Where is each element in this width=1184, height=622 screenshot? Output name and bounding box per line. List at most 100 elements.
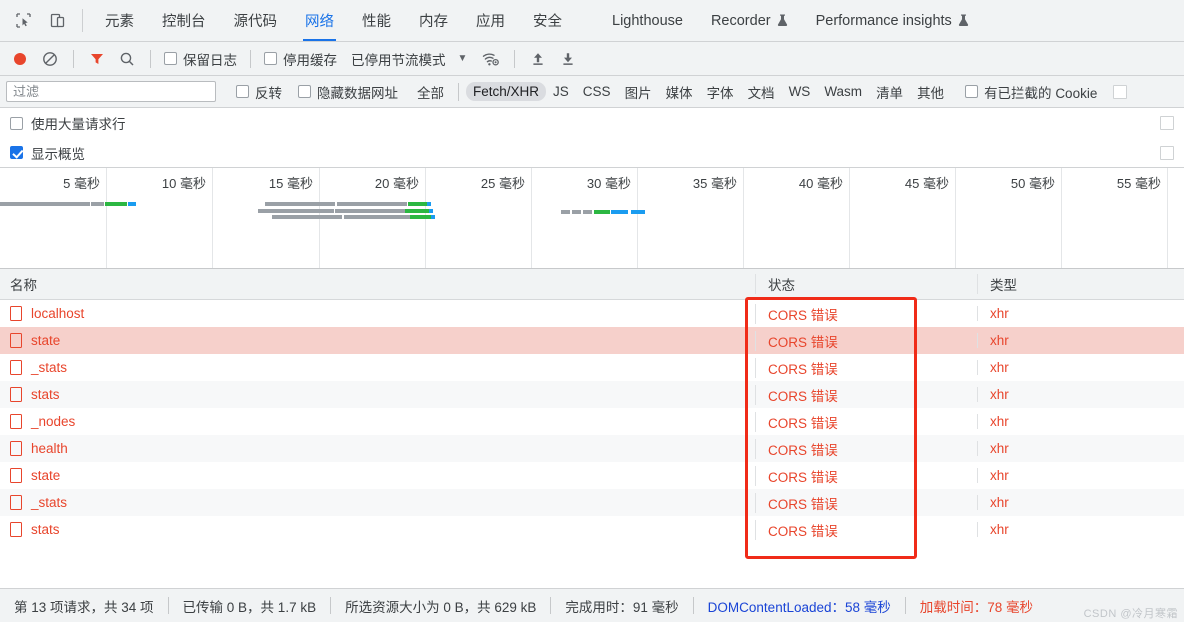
overview-tick-line <box>1061 168 1062 268</box>
cell-type: xhr <box>977 387 1184 402</box>
tab-label: 安全 <box>533 14 562 30</box>
tab-elements[interactable]: 元素 <box>91 0 148 41</box>
record-button[interactable] <box>6 46 34 72</box>
filter-type-css[interactable]: CSS <box>576 82 618 101</box>
overview-request-bar <box>265 202 335 206</box>
import-har-icon[interactable] <box>524 46 552 72</box>
tab-label: 内存 <box>419 14 448 30</box>
table-row[interactable]: _stats CORS 错误 xhr <box>0 489 1184 516</box>
document-icon <box>10 333 22 348</box>
chevron-down-icon[interactable]: ▼ <box>458 53 468 64</box>
filter-type-other[interactable]: 其他 <box>910 80 951 104</box>
clear-button[interactable] <box>36 46 64 72</box>
toolbar-divider <box>250 49 251 68</box>
status-divider <box>692 597 694 614</box>
tab-performance[interactable]: 性能 <box>348 0 405 41</box>
filter-type-fetch-xhr[interactable]: Fetch/XHR <box>466 82 547 101</box>
filter-input[interactable] <box>6 81 216 102</box>
table-header-row: 名称 状态 类型 <box>0 269 1184 300</box>
column-header-name[interactable]: 名称 <box>0 274 755 294</box>
blocked-cookies-checkbox[interactable]: 有已拦截的 Cookie <box>961 82 1101 102</box>
filter-type-font[interactable]: 字体 <box>700 80 741 104</box>
tab-recorder[interactable]: Recorder <box>697 0 802 41</box>
filter-type-manifest[interactable]: 清单 <box>869 80 910 104</box>
tab-network[interactable]: 网络 <box>291 0 348 41</box>
request-name: localhost <box>31 306 85 321</box>
filter-icon[interactable] <box>83 46 111 72</box>
devtools-window: 元素 控制台 源代码 网络 性能 内存 应用 安全 Lighthouse Rec… <box>0 0 1184 622</box>
transferred-size: 已传输 0 B，共 1.7 kB <box>182 599 317 615</box>
network-status-bar: 第 13 项请求，共 34 项 已传输 0 B，共 1.7 kB 所选资源大小为… <box>0 588 1184 622</box>
table-body: localhost CORS 错误 xhr state CORS 错误 xhr _stats… <box>0 300 1184 543</box>
network-overview[interactable]: 5 毫秒 10 毫秒 15 毫秒 20 毫秒 25 毫秒 30 毫秒 35 毫秒 40 毫秒 4… <box>0 168 1184 269</box>
device-toolbar-icon[interactable] <box>40 0 74 41</box>
column-header-status[interactable]: 状态 <box>755 274 977 294</box>
network-conditions-icon[interactable] <box>477 46 505 72</box>
cell-status: CORS 错误 <box>755 519 977 540</box>
overview-tick-line <box>212 168 213 268</box>
filter-type-media[interactable]: 媒体 <box>659 80 700 104</box>
overview-request-bar <box>128 202 136 206</box>
export-har-icon[interactable] <box>554 46 582 72</box>
table-row[interactable]: stats CORS 错误 xhr <box>0 516 1184 543</box>
preserve-log-label: 保留日志 <box>183 52 237 68</box>
cell-status: CORS 错误 <box>755 492 977 513</box>
filter-type-doc[interactable]: 文档 <box>741 80 782 104</box>
filter-type-wasm[interactable]: Wasm <box>817 82 869 101</box>
filter-type-ws[interactable]: WS <box>782 82 818 101</box>
show-overview-checkbox[interactable]: 显示概览 <box>10 143 85 163</box>
hide-data-urls-checkbox[interactable]: 隐藏数据网址 <box>294 82 402 102</box>
filter-type-js[interactable]: JS <box>546 82 576 101</box>
document-icon <box>10 360 22 375</box>
tab-console[interactable]: 控制台 <box>148 0 220 41</box>
big-request-rows-row: 使用大量请求行 <box>0 108 1184 138</box>
throttling-label[interactable]: 已停用节流模式 <box>351 49 446 69</box>
tab-performance-insights[interactable]: Performance insights <box>802 0 983 41</box>
disable-cache-checkbox[interactable]: 停用缓存 <box>260 49 341 69</box>
overview-request-bar <box>105 202 127 206</box>
invert-checkbox[interactable]: 反转 <box>232 82 286 102</box>
column-header-type[interactable]: 类型 <box>977 274 1184 294</box>
table-row[interactable]: _nodes CORS 错误 xhr <box>0 408 1184 435</box>
overview-tick-line <box>1167 168 1168 268</box>
big-request-rows-checkbox[interactable]: 使用大量请求行 <box>10 113 126 133</box>
inspect-element-icon[interactable] <box>6 0 40 41</box>
table-row[interactable]: health CORS 错误 xhr <box>0 435 1184 462</box>
overview-request-bar <box>427 202 431 206</box>
overview-tick-line <box>743 168 744 268</box>
tab-application[interactable]: 应用 <box>462 0 519 41</box>
preserve-log-checkbox[interactable]: 保留日志 <box>160 49 241 69</box>
tab-label: 应用 <box>476 14 505 30</box>
cell-status: CORS 错误 <box>755 357 977 378</box>
table-row[interactable]: _stats CORS 错误 xhr <box>0 354 1184 381</box>
tab-security[interactable]: 安全 <box>519 0 576 41</box>
settings-overflow-box[interactable] <box>1160 145 1174 160</box>
overview-request-bar <box>611 210 628 214</box>
status-divider <box>167 597 169 614</box>
tab-memory[interactable]: 内存 <box>405 0 462 41</box>
cell-name: localhost <box>0 306 755 321</box>
cell-name: health <box>0 441 755 456</box>
document-icon <box>10 495 22 510</box>
filter-bar: 反转 隐藏数据网址 全部 Fetch/XHR JS CSS 图片 媒体 字体 文… <box>0 76 1184 108</box>
overview-tick-label: 50 毫秒 <box>1010 176 1055 191</box>
overview-tick-line <box>637 168 638 268</box>
toolbar-divider <box>150 49 151 68</box>
filterbar-overflow-box[interactable] <box>1113 84 1128 99</box>
checkbox-box <box>236 85 249 98</box>
tab-lighthouse[interactable]: Lighthouse <box>598 0 697 41</box>
filter-type-all[interactable]: 全部 <box>410 80 451 104</box>
filter-type-img[interactable]: 图片 <box>618 80 659 104</box>
overview-tick-label: 30 毫秒 <box>586 176 631 191</box>
settings-overflow-box[interactable] <box>1160 116 1174 130</box>
search-icon[interactable] <box>113 46 141 72</box>
table-row[interactable]: state CORS 错误 xhr <box>0 327 1184 354</box>
toolbar-divider <box>514 49 516 68</box>
cell-type: xhr <box>977 306 1184 321</box>
table-row[interactable]: state CORS 错误 xhr <box>0 462 1184 489</box>
network-toolbar: 保留日志 停用缓存 已停用节流模式 ▼ <box>0 42 1184 76</box>
table-row[interactable]: stats CORS 错误 xhr <box>0 381 1184 408</box>
overview-tick-label: 45 毫秒 <box>904 176 949 191</box>
table-row[interactable]: localhost CORS 错误 xhr <box>0 300 1184 327</box>
tab-sources[interactable]: 源代码 <box>220 0 292 41</box>
